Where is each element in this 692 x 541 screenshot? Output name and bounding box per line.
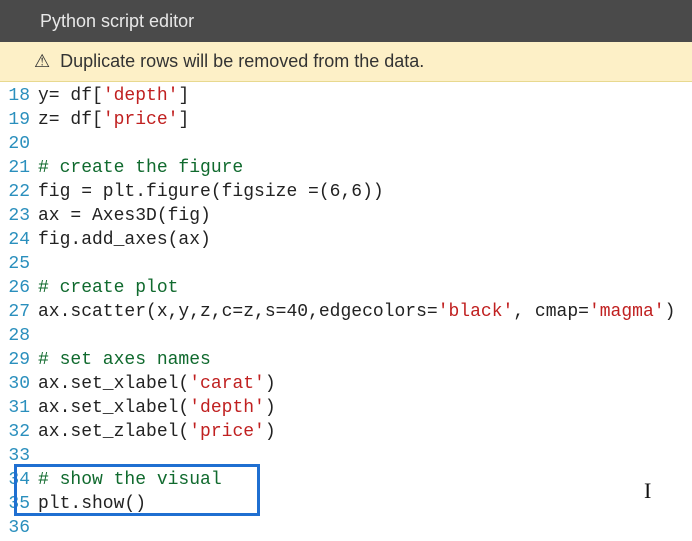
token-id: , cmap= bbox=[513, 302, 589, 322]
code-line[interactable]: 20 bbox=[0, 132, 692, 156]
code-line[interactable]: 31ax.set_xlabel('depth') bbox=[0, 396, 692, 420]
code-line[interactable]: 18y= df['depth'] bbox=[0, 84, 692, 108]
token-id: )) bbox=[362, 182, 384, 202]
token-cmt: # set axes names bbox=[38, 350, 211, 370]
code-line[interactable]: 30ax.set_xlabel('carat') bbox=[0, 372, 692, 396]
token-id: ) bbox=[265, 422, 276, 442]
line-number: 35 bbox=[0, 492, 38, 516]
code-content[interactable]: # create plot bbox=[38, 276, 692, 300]
line-number: 26 bbox=[0, 276, 38, 300]
line-number: 24 bbox=[0, 228, 38, 252]
code-content[interactable]: ax = Axes3D(fig) bbox=[38, 204, 692, 228]
code-content[interactable]: ax.set_xlabel('depth') bbox=[38, 396, 692, 420]
line-number: 28 bbox=[0, 324, 38, 348]
token-cmt: # show the visual bbox=[38, 470, 222, 490]
code-line[interactable]: 29# set axes names bbox=[0, 348, 692, 372]
token-id: ) bbox=[265, 374, 276, 394]
code-content[interactable]: y= df['depth'] bbox=[38, 84, 692, 108]
token-id: fig.add_axes(ax) bbox=[38, 230, 211, 250]
token-id: ,edgecolors= bbox=[308, 302, 438, 322]
token-cmt: # create the figure bbox=[38, 158, 243, 178]
token-id: ] bbox=[178, 86, 189, 106]
token-num: 6 bbox=[351, 182, 362, 202]
token-id: , bbox=[340, 182, 351, 202]
code-line[interactable]: 24fig.add_axes(ax) bbox=[0, 228, 692, 252]
title-text: Python script editor bbox=[40, 11, 194, 32]
token-num: 6 bbox=[330, 182, 341, 202]
token-id: z= df[ bbox=[38, 110, 103, 130]
code-content[interactable]: ax.scatter(x,y,z,c=z,s=40,edgecolors='bl… bbox=[38, 300, 692, 324]
token-num: 40 bbox=[286, 302, 308, 322]
code-line[interactable]: 21# create the figure bbox=[0, 156, 692, 180]
token-id: y= df[ bbox=[38, 86, 103, 106]
warning-icon: ⚠ bbox=[34, 51, 50, 72]
token-id: ) bbox=[265, 398, 276, 418]
line-number: 29 bbox=[0, 348, 38, 372]
script-editor-panel: Python script editor ⚠ Duplicate rows wi… bbox=[0, 0, 692, 541]
code-line[interactable]: 28 bbox=[0, 324, 692, 348]
line-number: 30 bbox=[0, 372, 38, 396]
code-line[interactable]: 34# show the visual bbox=[0, 468, 692, 492]
token-id: fig = plt.figure(figsize =( bbox=[38, 182, 330, 202]
code-line[interactable]: 32ax.set_zlabel('price') bbox=[0, 420, 692, 444]
token-id: ax.scatter(x,y,z,c=z,s= bbox=[38, 302, 286, 322]
code-line[interactable]: 33 bbox=[0, 444, 692, 468]
line-number: 34 bbox=[0, 468, 38, 492]
line-number: 33 bbox=[0, 444, 38, 468]
code-content[interactable]: # show the visual bbox=[38, 468, 692, 492]
token-id: ax.set_xlabel( bbox=[38, 398, 189, 418]
line-number: 19 bbox=[0, 108, 38, 132]
title-bar: Python script editor bbox=[0, 0, 692, 42]
line-number: 18 bbox=[0, 84, 38, 108]
code-editor[interactable]: 18y= df['depth']19z= df['price']2021# cr… bbox=[0, 82, 692, 540]
line-number: 32 bbox=[0, 420, 38, 444]
warning-bar: ⚠ Duplicate rows will be removed from th… bbox=[0, 42, 692, 82]
token-id: ax = Axes3D(fig) bbox=[38, 206, 211, 226]
token-id: ) bbox=[665, 302, 676, 322]
code-content[interactable]: # set axes names bbox=[38, 348, 692, 372]
token-str: 'depth' bbox=[103, 86, 179, 106]
code-line[interactable]: 23ax = Axes3D(fig) bbox=[0, 204, 692, 228]
token-str: 'carat' bbox=[189, 374, 265, 394]
token-id: plt.show() bbox=[38, 494, 146, 514]
line-number: 25 bbox=[0, 252, 38, 276]
line-number: 21 bbox=[0, 156, 38, 180]
line-number: 36 bbox=[0, 516, 38, 540]
token-id: ax.set_xlabel( bbox=[38, 374, 189, 394]
line-number: 20 bbox=[0, 132, 38, 156]
code-content[interactable]: fig.add_axes(ax) bbox=[38, 228, 692, 252]
code-line[interactable]: 26# create plot bbox=[0, 276, 692, 300]
token-cmt: # create plot bbox=[38, 278, 178, 298]
code-line[interactable]: 27ax.scatter(x,y,z,c=z,s=40,edgecolors='… bbox=[0, 300, 692, 324]
code-content[interactable]: fig = plt.figure(figsize =(6,6)) bbox=[38, 180, 692, 204]
code-content[interactable]: plt.show() bbox=[38, 492, 692, 516]
token-str: 'depth' bbox=[189, 398, 265, 418]
warning-text: Duplicate rows will be removed from the … bbox=[60, 51, 424, 72]
token-id: ax.set_zlabel( bbox=[38, 422, 189, 442]
code-line[interactable]: 36 bbox=[0, 516, 692, 540]
code-line[interactable]: 22fig = plt.figure(figsize =(6,6)) bbox=[0, 180, 692, 204]
token-str: 'price' bbox=[103, 110, 179, 130]
code-line[interactable]: 25 bbox=[0, 252, 692, 276]
token-str: 'price' bbox=[189, 422, 265, 442]
line-number: 23 bbox=[0, 204, 38, 228]
code-content[interactable]: ax.set_zlabel('price') bbox=[38, 420, 692, 444]
token-id: ] bbox=[178, 110, 189, 130]
code-line[interactable]: 19z= df['price'] bbox=[0, 108, 692, 132]
code-content[interactable]: # create the figure bbox=[38, 156, 692, 180]
line-number: 22 bbox=[0, 180, 38, 204]
code-content[interactable]: z= df['price'] bbox=[38, 108, 692, 132]
code-line[interactable]: 35plt.show() bbox=[0, 492, 692, 516]
line-number: 27 bbox=[0, 300, 38, 324]
line-number: 31 bbox=[0, 396, 38, 420]
code-content[interactable]: ax.set_xlabel('carat') bbox=[38, 372, 692, 396]
token-str: 'black' bbox=[438, 302, 514, 322]
token-str: 'magma' bbox=[589, 302, 665, 322]
